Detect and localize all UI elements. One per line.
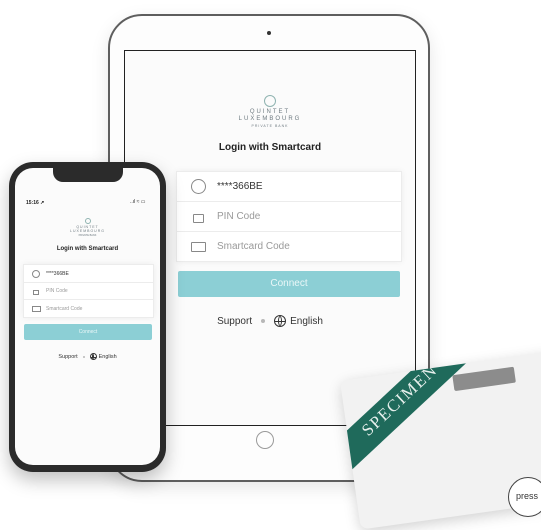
phone-page-title: Login with Smartcard xyxy=(56,246,119,252)
tablet-screen: QUINTET LUXEMBOURG PRIVATE BANK Login wi… xyxy=(124,50,416,426)
phone-logo-line3: PRIVATE BANK xyxy=(78,234,97,237)
press-badge[interactable]: press xyxy=(508,477,541,517)
phone-quintet-logo: QUINTET LUXEMBOURG PRIVATE BANK xyxy=(15,218,160,238)
logo-line2: LUXEMBOURG xyxy=(238,116,302,122)
phone-user-field-value: ****366BE xyxy=(46,270,69,277)
phone-globe-icon xyxy=(89,353,97,360)
status-time: 15:16 ↗ xyxy=(26,200,45,206)
phone-separator-dot xyxy=(82,355,85,358)
page-title: Login with Smartcard xyxy=(218,142,322,153)
pin-field-placeholder: PIN Code xyxy=(217,211,261,222)
lock-icon xyxy=(193,214,204,223)
phone-screen: QUINTET LUXEMBOURG PRIVATE BANK Login wi… xyxy=(15,168,160,465)
login-form: ****366BE PIN Code Smartcard Code xyxy=(176,171,402,262)
logo-line1: QUINTET xyxy=(249,109,291,115)
status-icons: ..ıl ≈ ▭ xyxy=(130,199,146,205)
phone-smartcard-field-placeholder: Smartcard Code xyxy=(46,305,83,312)
connect-button[interactable]: Connect xyxy=(178,271,400,297)
phone-logo-line2: LUXEMBOURG xyxy=(70,229,105,233)
phone-login-form: ****366BE PIN Code Smartcard Code xyxy=(23,264,154,318)
phone-user-icon xyxy=(32,269,40,278)
smartcard-field[interactable]: Smartcard Code xyxy=(177,232,401,261)
support-link[interactable]: Support xyxy=(217,316,252,327)
globe-icon xyxy=(274,315,287,327)
logo-line3: PRIVATE BANK xyxy=(251,124,289,128)
language-link[interactable]: English xyxy=(290,316,323,327)
phone-logo-ring-icon xyxy=(85,218,91,224)
phone-lock-icon xyxy=(33,289,39,295)
phone-smartcard-field[interactable]: Smartcard Code xyxy=(24,300,153,317)
press-label: press xyxy=(516,491,539,501)
phone-support-row: Support English xyxy=(15,353,160,360)
phone-card-icon xyxy=(32,305,41,312)
separator-dot xyxy=(261,319,266,323)
quintet-logo: QUINTET LUXEMBOURG PRIVATE BANK xyxy=(125,95,415,135)
phone-language-link[interactable]: English xyxy=(99,354,117,360)
logo-ring-icon xyxy=(264,95,276,107)
card-icon xyxy=(191,241,206,252)
phone-user-field[interactable]: ****366BE xyxy=(24,265,153,283)
tablet-camera xyxy=(267,31,271,35)
support-row: Support English xyxy=(125,315,415,327)
smartcard-field-placeholder: Smartcard Code xyxy=(217,241,290,252)
tablet-home-button xyxy=(256,431,274,449)
phone-connect-button[interactable]: Connect xyxy=(24,324,152,340)
user-icon xyxy=(191,179,206,194)
phone-pin-field[interactable]: PIN Code xyxy=(24,283,153,300)
phone-notch xyxy=(53,168,123,182)
phone-support-link[interactable]: Support xyxy=(58,354,77,360)
card-chip xyxy=(452,366,516,392)
pin-field[interactable]: PIN Code xyxy=(177,202,401,232)
phone-pin-field-placeholder: PIN Code xyxy=(46,288,68,294)
user-field-value: ****366BE xyxy=(217,181,263,192)
user-field[interactable]: ****366BE xyxy=(177,172,401,202)
